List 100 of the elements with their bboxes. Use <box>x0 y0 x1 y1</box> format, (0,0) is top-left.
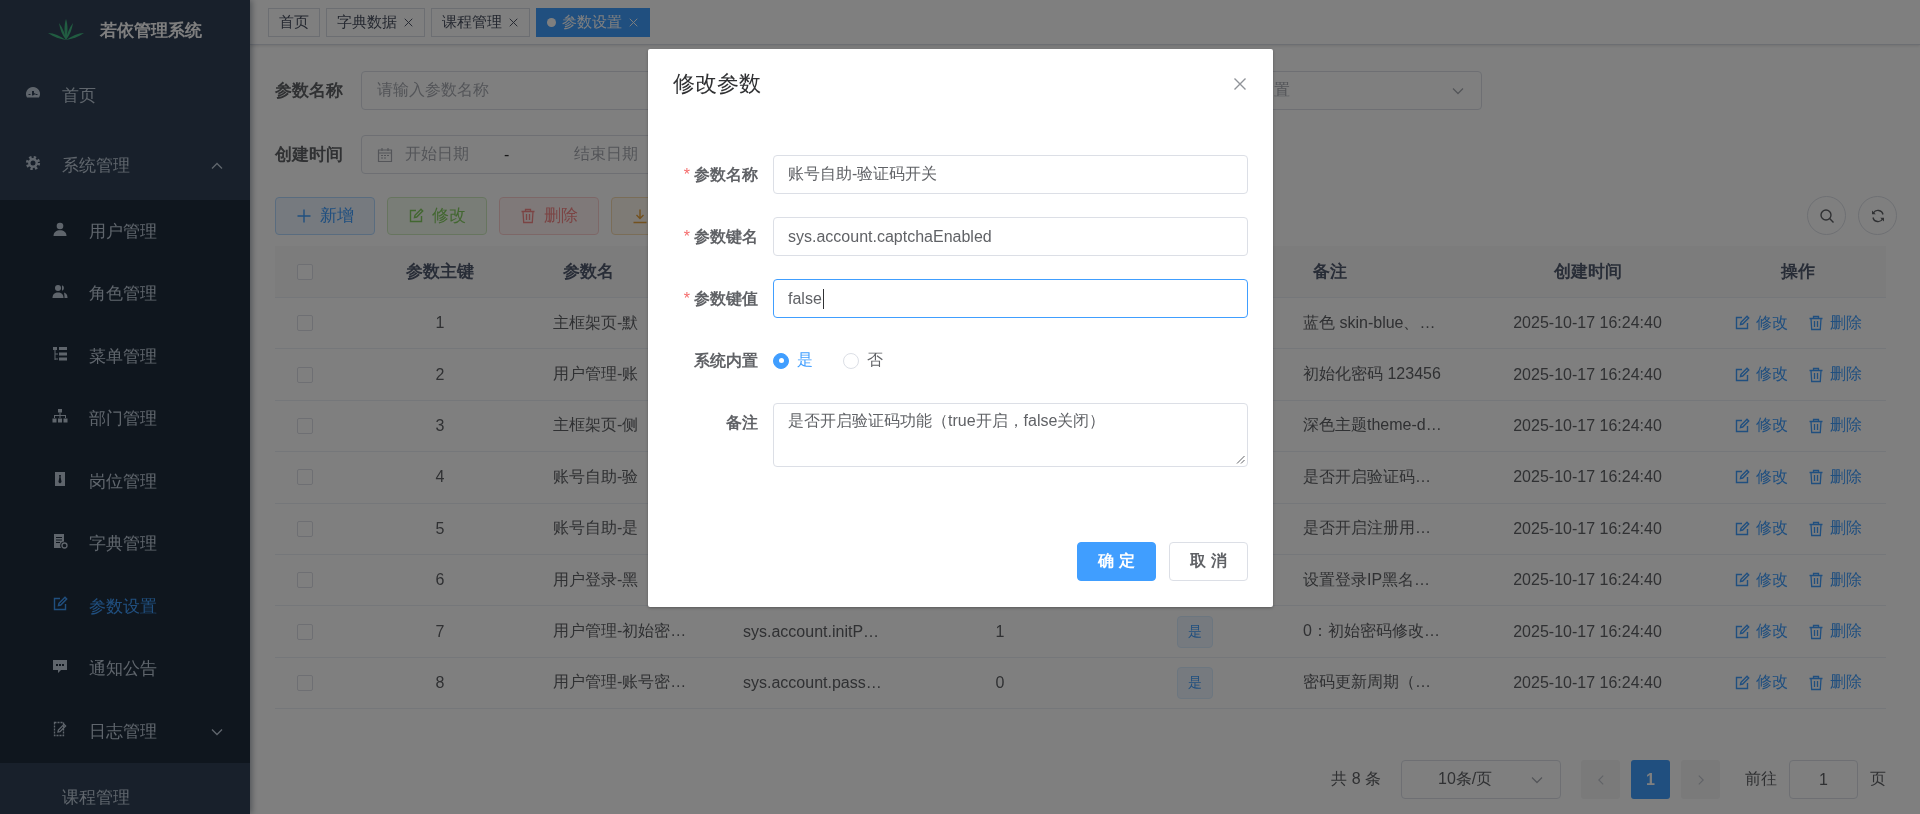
table-cell: 2025-10-17 16:24:40 <box>1513 314 1662 333</box>
column-header: 备注 <box>1313 261 1347 283</box>
radio-button[interactable] <box>773 352 789 369</box>
table-cell-text: 0：初始密码修改… <box>1303 621 1440 642</box>
page-input[interactable]: 1 <box>1789 760 1858 800</box>
leaf-logo-icon <box>48 19 84 41</box>
users-icon <box>52 283 68 300</box>
page-tab[interactable]: 课程管理 <box>431 7 530 37</box>
refresh-icon <box>1869 207 1886 224</box>
table-cell: 1 <box>435 314 445 333</box>
plus-icon <box>296 207 312 224</box>
download-icon <box>632 207 648 224</box>
edit-link[interactable]: 修改 <box>1734 569 1788 591</box>
table-cell: 5 <box>435 519 445 538</box>
edit-icon <box>408 207 424 224</box>
delete-link[interactable]: 删除 <box>1808 466 1862 488</box>
input-field[interactable]: 账号自助-验证码开关 <box>773 155 1248 194</box>
delete-link[interactable]: 删除 <box>1808 518 1862 540</box>
table-cell-text: 主框架页-默 <box>553 312 639 333</box>
confirm-button[interactable]: 确 定 <box>1077 542 1156 581</box>
table-cell: sys.account.initP… <box>743 622 880 641</box>
calendar-icon <box>377 146 393 163</box>
field-label: 参数名称 <box>275 80 344 102</box>
field-label: * 参数键名 <box>682 227 758 247</box>
trash-icon <box>1808 366 1824 383</box>
edit-icon <box>1734 417 1750 434</box>
edit-icon <box>1734 520 1750 537</box>
edit-link[interactable]: 修改 <box>1734 672 1788 694</box>
table-cell: 2025-10-17 16:24:40 <box>1513 416 1662 435</box>
table-cell-text: 用户管理-账号密… <box>553 672 687 693</box>
delete-link[interactable]: 删除 <box>1808 672 1862 694</box>
input-field[interactable]: sys.account.captchaEnabled <box>773 217 1248 256</box>
log-document-icon <box>52 720 68 737</box>
table-cell: 2025-10-17 16:24:40 <box>1513 519 1662 538</box>
page-number[interactable]: 1 <box>1631 760 1670 800</box>
document-icon <box>52 533 68 550</box>
edit-icon <box>52 595 68 612</box>
app-title: 若依管理系统 <box>100 19 202 42</box>
action-button[interactable]: 新增 <box>275 196 375 235</box>
table-cell: 2025-10-17 16:24:40 <box>1513 673 1662 692</box>
menu-item[interactable]: 系统管理 <box>0 130 250 200</box>
trash-icon <box>520 207 536 224</box>
edit-link[interactable]: 修改 <box>1734 312 1788 334</box>
table-cell: 1 <box>995 622 1005 641</box>
edit-icon <box>1734 315 1750 332</box>
radio-option[interactable]: 是 <box>773 350 813 371</box>
table-cell: 6 <box>435 571 445 590</box>
dashboard-icon <box>25 84 41 101</box>
trash-icon <box>1808 315 1824 332</box>
page-size-select[interactable]: 10条/页 <box>1401 760 1561 800</box>
delete-link[interactable]: 删除 <box>1808 621 1862 643</box>
delete-link[interactable]: 删除 <box>1808 312 1862 334</box>
input-field[interactable]: false <box>773 279 1248 318</box>
table-cell-text: 深色主题theme-d… <box>1303 415 1442 436</box>
edit-icon <box>1734 366 1750 383</box>
edit-link[interactable]: 修改 <box>1734 466 1788 488</box>
page-tab[interactable]: 首页 <box>268 7 320 37</box>
edit-icon <box>1734 623 1750 640</box>
table-cell: 2 <box>435 365 445 384</box>
table-cell: sys.account.pass… <box>743 673 882 692</box>
edit-link[interactable]: 修改 <box>1734 364 1788 386</box>
text-area[interactable]: 是否开启验证码功能（true开启，false关闭） <box>773 403 1248 467</box>
radio-option[interactable]: 否 <box>843 350 883 371</box>
delete-link[interactable]: 删除 <box>1808 415 1862 437</box>
table-cell: 0 <box>995 673 1005 692</box>
table-cell: 2025-10-17 16:24:40 <box>1513 365 1662 384</box>
list-tree-icon <box>52 345 68 362</box>
menu-item[interactable]: 首页 <box>0 60 250 130</box>
table-cell-text: 初始化密码 123456 <box>1303 364 1441 385</box>
close-tab-icon[interactable] <box>508 16 519 28</box>
delete-link[interactable]: 删除 <box>1808 569 1862 591</box>
close-icon[interactable] <box>1232 76 1248 92</box>
previous-page-button[interactable] <box>1581 760 1620 800</box>
column-header: 参数名 <box>563 261 614 283</box>
trash-icon <box>1808 417 1824 434</box>
table-cell-text: 密码更新周期（… <box>1303 672 1431 693</box>
trash-icon <box>1808 674 1824 691</box>
menu-item[interactable]: 课程管理 <box>0 762 250 814</box>
edit-link[interactable]: 修改 <box>1734 415 1788 437</box>
org-chart-icon <box>52 408 68 425</box>
search-icon <box>1818 207 1835 224</box>
edit-link[interactable]: 修改 <box>1734 621 1788 643</box>
dialog-title: 修改参数 <box>673 70 761 98</box>
trash-icon <box>1808 469 1824 486</box>
column-header: 参数主键 <box>406 261 474 283</box>
gear-icon <box>25 154 41 171</box>
page-tab[interactable]: 字典数据 <box>326 7 425 37</box>
close-tab-icon[interactable] <box>403 16 414 28</box>
table-cell-text: 是否开启注册用… <box>1303 518 1431 539</box>
user-icon <box>52 220 68 237</box>
edit-link[interactable]: 修改 <box>1734 518 1788 540</box>
next-page-button[interactable] <box>1681 760 1720 800</box>
cancel-button[interactable]: 取 消 <box>1169 542 1248 581</box>
trash-icon <box>1808 520 1824 537</box>
delete-link[interactable]: 删除 <box>1808 364 1862 386</box>
column-header: 创建时间 <box>1553 261 1622 283</box>
page-tab[interactable]: 参数设置 <box>536 7 650 37</box>
table-cell-text: 是否开启验证码… <box>1303 466 1431 487</box>
column-header: 操作 <box>1781 261 1815 283</box>
edit-icon <box>1734 572 1750 589</box>
